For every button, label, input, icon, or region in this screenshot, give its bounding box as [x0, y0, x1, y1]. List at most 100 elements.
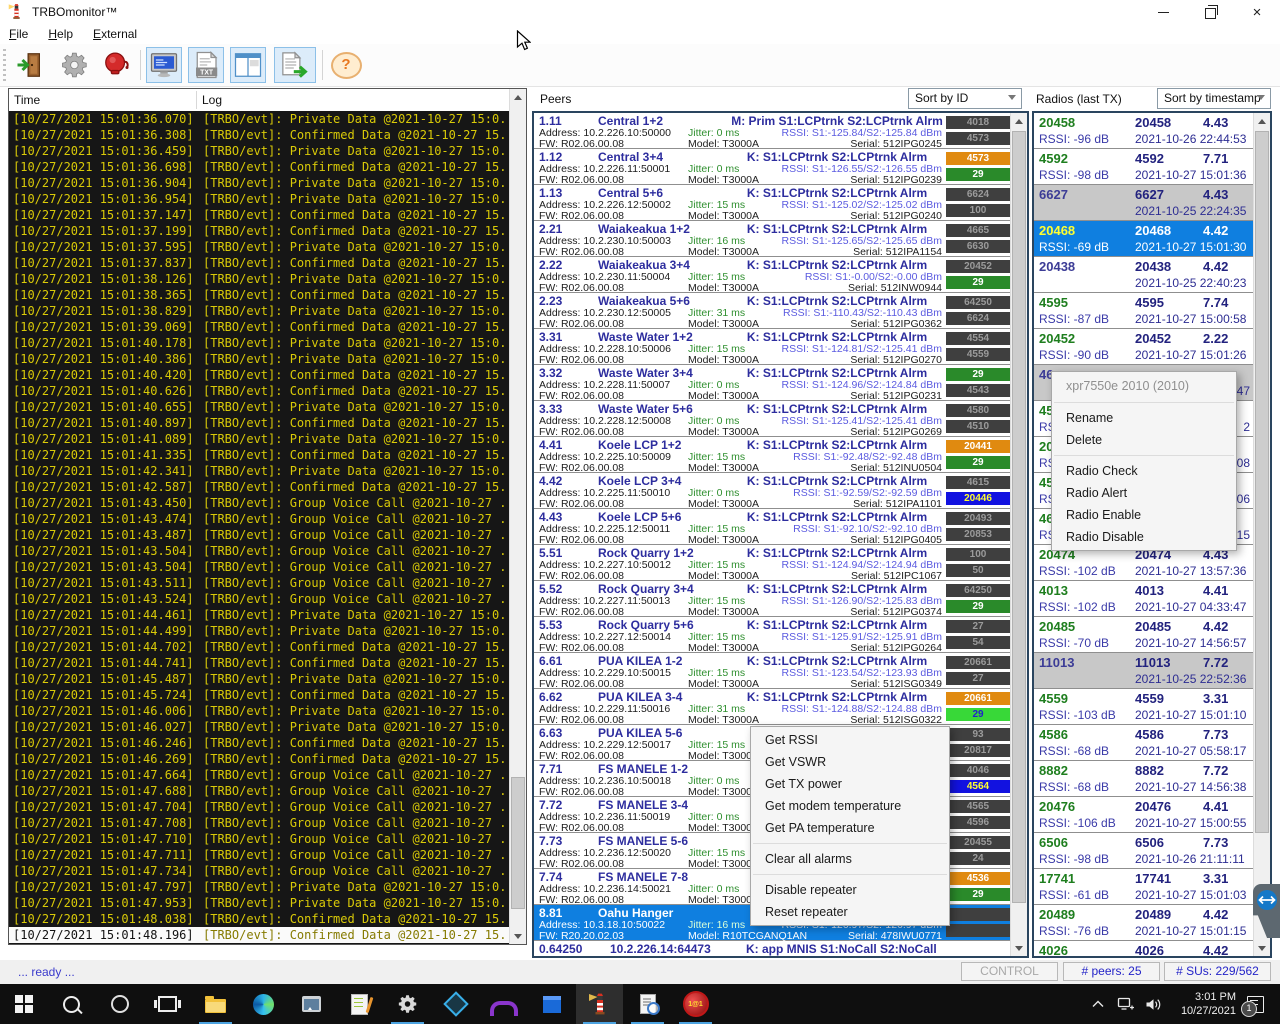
log-row[interactable]: [10/27/2021 15:01:45.724][TRBO/evt]: Con… — [9, 687, 509, 703]
minimize-button[interactable] — [1140, 0, 1186, 24]
log-row[interactable]: [10/27/2021 15:01:40.655][TRBO/evt]: Pri… — [9, 399, 509, 415]
menu-item-external[interactable]: External — [93, 27, 137, 41]
radio-row[interactable]: 20476204764.41RSSI: -106 dB2021-10-27 15… — [1034, 797, 1253, 833]
help-icon[interactable]: ? — [328, 47, 364, 83]
search-icon[interactable] — [48, 984, 95, 1024]
log-row[interactable]: [10/27/2021 15:01:37.595][TRBO/evt]: Pri… — [9, 239, 509, 255]
log-row[interactable]: [10/27/2021 15:01:40.897][TRBO/evt]: Con… — [9, 415, 509, 431]
control-button[interactable]: CONTROL — [961, 962, 1058, 981]
peer-row[interactable]: 6.61PUA KILEA 1-2K: S1:LCPtrnk S2:LCPtrn… — [534, 653, 1010, 689]
action-center-icon[interactable]: 1 — [1238, 984, 1272, 1024]
peers-scrollbar[interactable] — [1010, 113, 1027, 956]
peers-scrollbar-thumb[interactable] — [1012, 131, 1026, 903]
radio-row[interactable]: 11013110137.722021-10-25 22:52:36 — [1034, 653, 1253, 689]
log-row[interactable]: [10/27/2021 15:01:36.904][TRBO/evt]: Pri… — [9, 175, 509, 191]
radio-menu-item-delete[interactable]: Delete — [1052, 429, 1236, 451]
peer-row[interactable]: 2.22Waiakeakua 3+4K: S1:LCPtrnk S2:LCPtr… — [534, 257, 1010, 293]
peer-menu-item-get-tx-power[interactable]: Get TX power — [751, 773, 949, 795]
peer-row[interactable]: 3.31Waste Water 1+2K: S1:LCPtrnk S2:LCPt… — [534, 329, 1010, 365]
calculator-icon[interactable] — [528, 984, 575, 1024]
log-row[interactable]: [10/27/2021 15:01:43.524][TRBO/evt]: Gro… — [9, 591, 509, 607]
alarm-app-icon[interactable]: 1@1 — [672, 984, 719, 1024]
radio-row[interactable]: 17741177413.31RSSI: -61 dB2021-10-27 15:… — [1034, 869, 1253, 905]
alarm-bell-icon[interactable] — [99, 47, 135, 83]
log-row[interactable]: [10/27/2021 15:01:47.953][TRBO/evt]: Pri… — [9, 895, 509, 911]
radio-row[interactable]: 20485204854.42RSSI: -70 dB2021-10-27 14:… — [1034, 617, 1253, 653]
scroll-up-icon[interactable] — [1011, 113, 1027, 129]
log-row[interactable]: [10/27/2021 15:01:47.711][TRBO/evt]: Gro… — [9, 847, 509, 863]
radio-row[interactable]: 402640264.42 — [1034, 941, 1253, 956]
trbomonitor-taskbar-icon[interactable] — [576, 984, 623, 1024]
log-row[interactable]: [10/27/2021 15:01:47.688][TRBO/evt]: Gro… — [9, 783, 509, 799]
peer-menu-item-get-modem-temperature[interactable]: Get modem temperature — [751, 795, 949, 817]
file-explorer-icon[interactable] — [192, 984, 239, 1024]
peer-row[interactable]: 6.62PUA KILEA 3-4K: S1:LCPtrnk S2:LCPtrn… — [534, 689, 1010, 725]
peer-row[interactable]: 2.21Waiakeakua 1+2K: S1:LCPtrnk S2:LCPtr… — [534, 221, 1010, 257]
peer-row[interactable]: 4.43Koele LCP 5+6K: S1:LCPtrnk S2:LCPtrn… — [534, 509, 1010, 545]
radio-row[interactable]: 20458204584.43RSSI: -96 dB2021-10-26 22:… — [1034, 113, 1253, 149]
task-view-icon[interactable] — [144, 984, 191, 1024]
log-row[interactable]: [10/27/2021 15:01:47.710][TRBO/evt]: Gro… — [9, 831, 509, 847]
photos-app-icon[interactable] — [288, 984, 335, 1024]
log-row[interactable]: [10/27/2021 15:01:45.487][TRBO/evt]: Pri… — [9, 671, 509, 687]
log-row[interactable]: [10/27/2021 15:01:47.708][TRBO/evt]: Gro… — [9, 815, 509, 831]
log-row[interactable]: [10/27/2021 15:01:36.954][TRBO/evt]: Pri… — [9, 191, 509, 207]
log-row[interactable]: [10/27/2021 15:01:41.089][TRBO/evt]: Pri… — [9, 431, 509, 447]
radios-scrollbar-thumb[interactable] — [1255, 131, 1269, 833]
tray-expand-icon[interactable] — [1086, 984, 1110, 1024]
radio-row[interactable]: 20438204384.422021-10-25 22:40:23 — [1034, 257, 1253, 293]
log-row[interactable]: [10/27/2021 15:01:47.734][TRBO/evt]: Gro… — [9, 863, 509, 879]
text-log-icon[interactable]: TXT — [188, 47, 224, 83]
log-row[interactable]: [10/27/2021 15:01:41.335][TRBO/evt]: Con… — [9, 447, 509, 463]
exit-door-icon[interactable] — [12, 47, 48, 83]
log-row[interactable]: [10/27/2021 15:01:47.797][TRBO/evt]: Pri… — [9, 879, 509, 895]
log-row[interactable]: [10/27/2021 15:01:47.664][TRBO/evt]: Gro… — [9, 767, 509, 783]
radio-row[interactable]: 662766274.432021-10-25 22:24:35 — [1034, 185, 1253, 221]
close-button[interactable]: × — [1234, 0, 1280, 24]
radio-row[interactable]: 459545957.74RSSI: -87 dB2021-10-27 15:00… — [1034, 293, 1253, 329]
log-row[interactable]: [10/27/2021 15:01:40.178][TRBO/evt]: Pri… — [9, 335, 509, 351]
radio-row[interactable]: 20468204684.42RSSI: -69 dB2021-10-27 15:… — [1034, 221, 1253, 257]
peers-sort-dropdown[interactable]: Sort by ID — [908, 88, 1022, 109]
radio-menu-item-radio-alert[interactable]: Radio Alert — [1052, 482, 1236, 504]
peer-row[interactable]: 3.32Waste Water 3+4K: S1:LCPtrnk S2:LCPt… — [534, 365, 1010, 401]
log-scrollbar[interactable] — [509, 89, 526, 944]
log-row[interactable]: [10/27/2021 15:01:36.459][TRBO/evt]: Pri… — [9, 143, 509, 159]
log-row[interactable]: [10/27/2021 15:01:43.504][TRBO/evt]: Gro… — [9, 559, 509, 575]
3d-viewer-icon[interactable] — [432, 984, 479, 1024]
peer-menu-item-disable-repeater[interactable]: Disable repeater — [751, 879, 949, 901]
log-row[interactable]: [10/27/2021 15:01:46.246][TRBO/evt]: Con… — [9, 735, 509, 751]
log-row[interactable]: [10/27/2021 15:01:43.474][TRBO/evt]: Gro… — [9, 511, 509, 527]
peer-row[interactable]: 2.23Waiakeakua 5+6K: S1:LCPtrnk S2:LCPtr… — [534, 293, 1010, 329]
export-report-icon[interactable] — [274, 47, 316, 83]
peer-menu-item-clear-all-alarms[interactable]: Clear all alarms — [751, 848, 949, 870]
radios-scrollbar[interactable] — [1253, 113, 1270, 956]
radio-menu-item-radio-disable[interactable]: Radio Disable — [1052, 526, 1236, 548]
peer-row[interactable]: 4.42Koele LCP 3+4K: S1:LCPtrnk S2:LCPtrn… — [534, 473, 1010, 509]
peer-row[interactable]: 1.13Central 5+6K: S1:LCPtrnk S2:LCPtrnk … — [534, 185, 1010, 221]
peer-row[interactable]: 5.53Rock Quarry 5+6K: S1:LCPtrnk S2:LCPt… — [534, 617, 1010, 653]
peer-row[interactable]: 1.11Central 1+2M: Prim S1:LCPtrnk S2:LCP… — [534, 113, 1010, 149]
log-row[interactable]: [10/27/2021 15:01:39.069][TRBO/evt]: Con… — [9, 319, 509, 335]
radio-menu-item-rename[interactable]: Rename — [1052, 407, 1236, 429]
log-row[interactable]: [10/27/2021 15:01:43.511][TRBO/evt]: Gro… — [9, 575, 509, 591]
peer-menu-item-get-rssi[interactable]: Get RSSI — [751, 729, 949, 751]
log-row[interactable]: [10/27/2021 15:01:36.308][TRBO/evt]: Con… — [9, 127, 509, 143]
radio-row[interactable]: 888288827.72RSSI: -68 dB2021-10-27 14:56… — [1034, 761, 1253, 797]
log-viewer-icon[interactable] — [624, 984, 671, 1024]
log-row[interactable]: [10/27/2021 15:01:40.420][TRBO/evt]: Con… — [9, 367, 509, 383]
log-row[interactable]: [10/27/2021 15:01:44.702][TRBO/evt]: Con… — [9, 639, 509, 655]
split-layout-icon[interactable] — [230, 47, 266, 83]
radio-menu-item-radio-check[interactable]: Radio Check — [1052, 460, 1236, 482]
scroll-up-icon[interactable] — [1254, 113, 1270, 129]
radio-row[interactable]: 455945593.31RSSI: -103 dB2021-10-27 15:0… — [1034, 689, 1253, 725]
settings-gear-icon[interactable] — [57, 47, 93, 83]
radio-row[interactable]: 458645867.73RSSI: -68 dB2021-10-27 05:58… — [1034, 725, 1253, 761]
monitor-log-view-icon[interactable] — [146, 47, 182, 83]
log-row[interactable]: [10/27/2021 15:01:37.199][TRBO/evt]: Con… — [9, 223, 509, 239]
radios-sort-dropdown[interactable]: Sort by timestamp — [1157, 88, 1271, 109]
log-row[interactable]: [10/27/2021 15:01:44.461][TRBO/evt]: Pri… — [9, 607, 509, 623]
log-row[interactable]: [10/27/2021 15:01:38.829][TRBO/evt]: Pri… — [9, 303, 509, 319]
peer-menu-item-get-vswr[interactable]: Get VSWR — [751, 751, 949, 773]
scroll-down-icon[interactable] — [1254, 940, 1270, 956]
